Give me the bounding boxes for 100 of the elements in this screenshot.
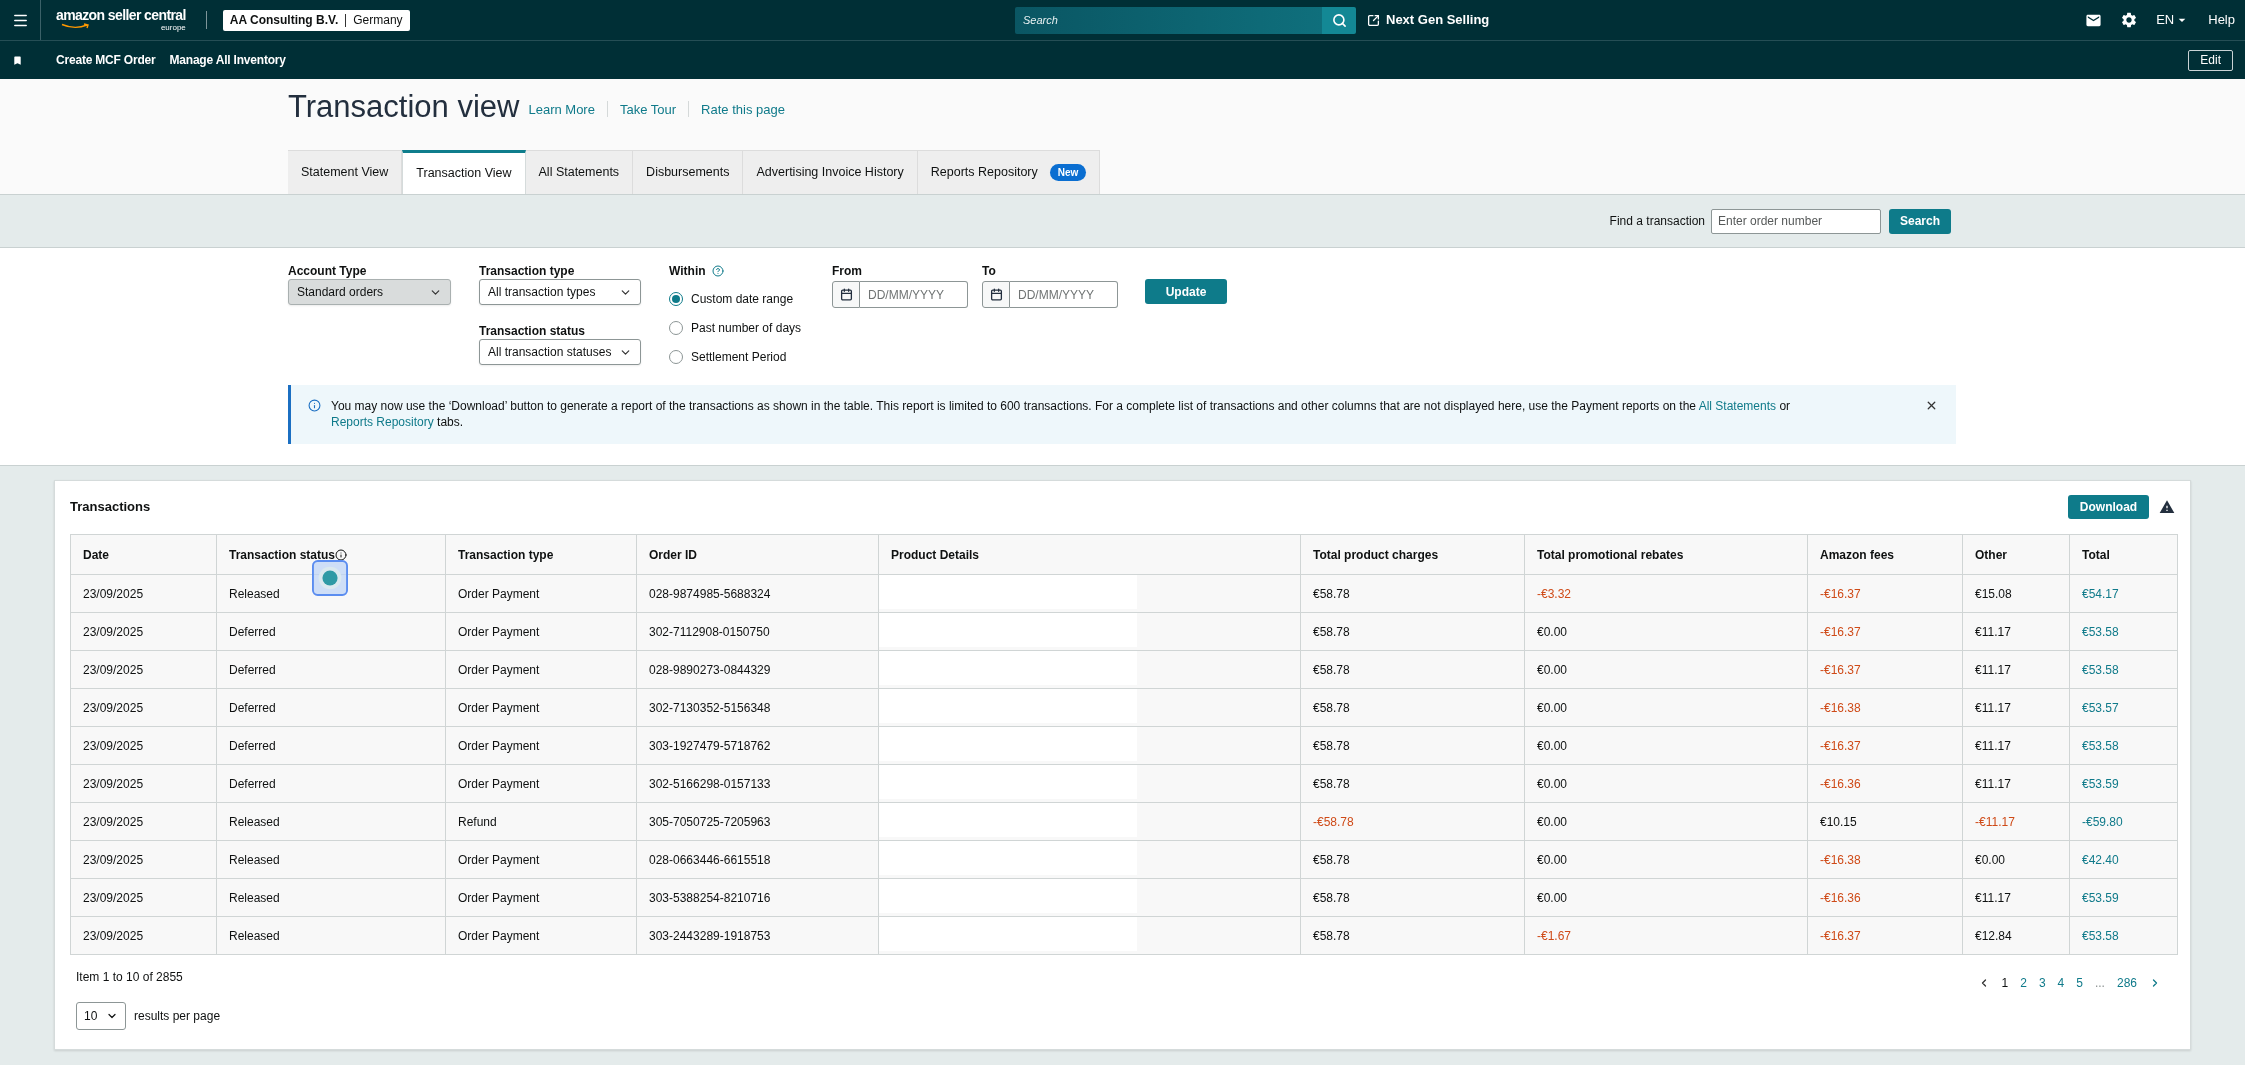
radio-label: Settlement Period: [691, 348, 787, 366]
table-cell: -€16.38: [1807, 688, 1963, 727]
table-cell: 028-0663446-6615518: [636, 840, 879, 879]
calendar-icon: [839, 288, 853, 301]
shortcut-link[interactable]: Manage All Inventory: [169, 51, 286, 69]
table-cell: 305-7050725-7205963: [636, 802, 879, 841]
transaction-type-dropdown[interactable]: All transaction types: [479, 279, 641, 305]
table-cell: €58.78: [1300, 764, 1525, 803]
table-cell: Order Payment: [445, 878, 637, 917]
table-cell: €53.58: [2069, 726, 2178, 765]
table-cell: €11.17: [1962, 878, 2070, 917]
table-cell: €11.17: [1962, 650, 2070, 689]
shortcut-link[interactable]: Create MCF Order: [56, 51, 156, 69]
table-cell: 028-9890273-0844329: [636, 650, 879, 689]
table-cell: €0.00: [1524, 878, 1808, 917]
next-gen-selling-link[interactable]: Next Gen Selling: [1367, 10, 1490, 30]
page-title: Transaction view: [288, 88, 520, 126]
page-link[interactable]: 1: [2001, 974, 2009, 992]
table-cell: €0.00: [1524, 840, 1808, 879]
close-button[interactable]: [1925, 399, 1938, 412]
help-icon: [711, 265, 724, 277]
table-cell: €11.17: [1962, 764, 2070, 803]
close-icon: [1925, 399, 1938, 412]
column-header: Transaction status: [229, 546, 336, 564]
click-indicator-icon: [312, 560, 348, 596]
radio-button[interactable]: [669, 349, 683, 364]
filter-label: Transaction status: [479, 323, 587, 339]
page-link[interactable]: 286: [2116, 974, 2137, 992]
table-cell: -€16.36: [1807, 878, 1963, 917]
tab[interactable]: Transaction View: [402, 150, 526, 194]
table-cell: Refund: [445, 802, 637, 841]
table-cell: 23/09/2025: [70, 916, 217, 955]
table-cell: €0.00: [1524, 764, 1808, 803]
page-link[interactable]: 5: [2076, 974, 2083, 992]
column-header: Other: [1975, 546, 2007, 564]
date-field[interactable]: DD/MM/YYYY: [1010, 281, 1118, 308]
table-cell: €58.78: [1300, 574, 1525, 613]
table-cell: €11.17: [1962, 612, 2070, 651]
table-cell: 23/09/2025: [70, 574, 217, 613]
logo-region: europe: [160, 24, 186, 32]
table-cell: €58.78: [1300, 840, 1525, 879]
table-cell: €53.59: [2069, 878, 2178, 917]
update-button[interactable]: Update: [1145, 279, 1227, 304]
settings-button[interactable]: [2120, 11, 2139, 29]
table-cell: 23/09/2025: [70, 650, 217, 689]
table-cell: Order Payment: [445, 688, 637, 727]
date-field[interactable]: DD/MM/YYYY: [860, 281, 968, 308]
table-cell: €0.00: [1524, 650, 1808, 689]
tab[interactable]: Disbursements: [633, 150, 744, 194]
external-link-icon: [1367, 13, 1380, 27]
column-header: Date: [83, 546, 109, 564]
logo-text: amazon seller central: [56, 8, 186, 23]
table-cell: -€1.67: [1524, 916, 1808, 955]
calendar-icon: [989, 288, 1003, 301]
table-cell: Order Payment: [445, 650, 637, 689]
tab[interactable]: Statement View: [288, 150, 403, 194]
column-header: Total product charges: [1313, 546, 1439, 564]
download-button[interactable]: Download: [2068, 495, 2149, 519]
tab[interactable]: All Statements: [525, 150, 634, 194]
column-header: Product Details: [891, 546, 980, 564]
new-badge: New: [1049, 164, 1087, 181]
table-cell: -€16.37: [1807, 916, 1963, 955]
table-cell: -€16.37: [1807, 574, 1963, 613]
table-cell: 23/09/2025: [70, 612, 217, 651]
table-cell: -€11.17: [1962, 802, 2070, 841]
per-page-dropdown[interactable]: 10: [76, 1002, 126, 1030]
notice-link[interactable]: All Statements: [1698, 399, 1777, 413]
account-switcher[interactable]: AA Consulting B.V. Germany: [222, 9, 410, 31]
order-number-field[interactable]: Enter order number: [1711, 208, 1881, 234]
radio-button[interactable]: [669, 320, 683, 335]
bookmark-icon: [12, 54, 23, 66]
calendar-button[interactable]: [982, 281, 1010, 308]
help-link[interactable]: Help: [2208, 10, 2235, 30]
calendar-button[interactable]: [832, 281, 860, 308]
radio-button[interactable]: [669, 291, 683, 306]
table-cell: -€16.38: [1807, 840, 1963, 879]
language-menu[interactable]: EN: [2156, 10, 2191, 30]
search-button[interactable]: [1322, 6, 1356, 34]
edit-button[interactable]: Edit: [2188, 49, 2233, 71]
header-link[interactable]: Rate this page: [701, 99, 785, 119]
column-header: Total: [2082, 546, 2110, 564]
page-link[interactable]: 2: [2020, 974, 2027, 992]
page-link[interactable]: 3: [2038, 974, 2046, 992]
table-cell: Order Payment: [445, 764, 637, 803]
page-link[interactable]: 4: [2057, 974, 2065, 992]
tab[interactable]: Advertising Invoice History: [743, 150, 918, 194]
table-cell: Order Payment: [445, 726, 637, 765]
notice-link[interactable]: Reports Repository: [331, 415, 434, 429]
search-field[interactable]: Search: [1015, 6, 1322, 34]
page-ellipsis: ...: [2094, 975, 2105, 992]
transaction-status-dropdown[interactable]: All transaction statuses: [479, 339, 641, 365]
table-cell: Released: [216, 802, 446, 841]
header-link[interactable]: Learn More: [528, 99, 595, 119]
search-button[interactable]: Search: [1889, 208, 1951, 234]
table-cell: €42.40: [2069, 840, 2178, 879]
header-link[interactable]: Take Tour: [619, 99, 677, 119]
table-cell: 303-2443289-1918753: [636, 916, 879, 955]
table-cell: -€16.36: [1807, 764, 1963, 803]
tab[interactable]: Reports Repository New: [917, 150, 1101, 194]
radio-label: Custom date range: [691, 290, 794, 308]
